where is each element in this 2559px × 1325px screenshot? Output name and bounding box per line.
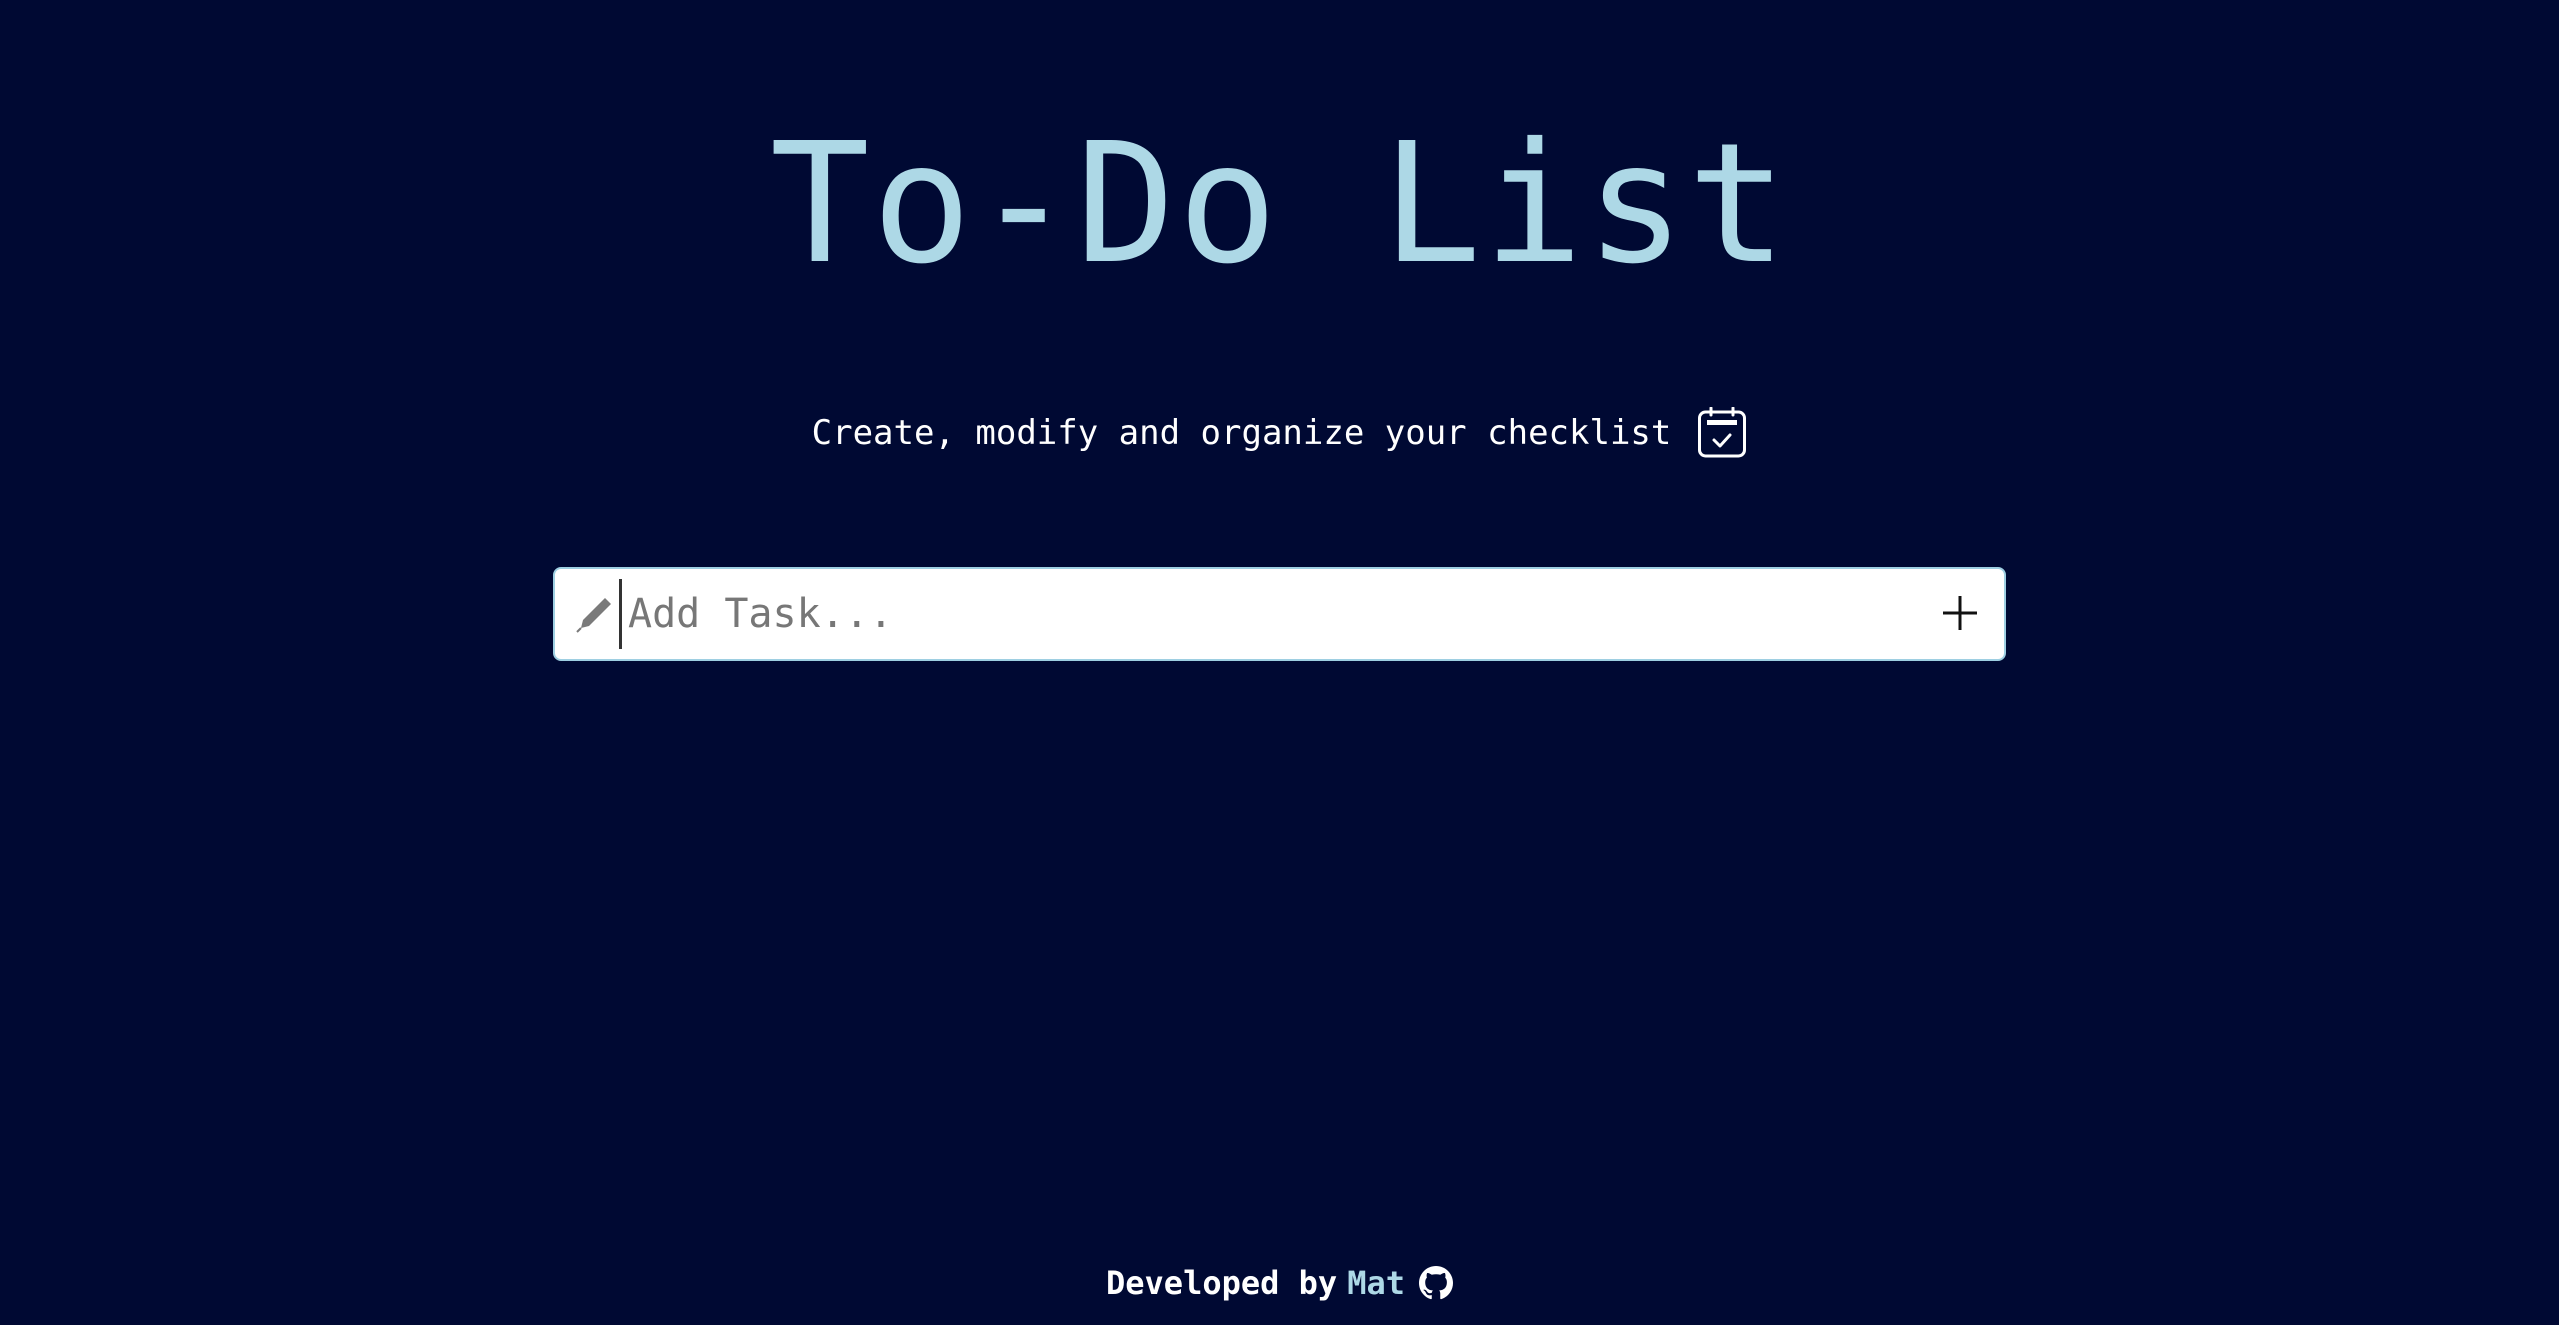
calendar-check-icon xyxy=(1697,406,1747,459)
github-icon xyxy=(1418,1266,1453,1300)
author-link[interactable]: Mat xyxy=(1347,1262,1405,1304)
plus-icon xyxy=(1940,593,1980,636)
page: To-Do List Create, modify and organize y… xyxy=(0,0,2559,1325)
pencil-icon xyxy=(575,594,615,634)
footer: Developed by Mat xyxy=(0,1262,2559,1304)
add-task-input[interactable] xyxy=(619,579,1928,649)
add-task-button[interactable] xyxy=(1928,582,1992,646)
subtitle-text: Create, modify and organize your checkli… xyxy=(811,413,1672,453)
footer-prefix: Developed by xyxy=(1106,1264,1338,1302)
github-link[interactable] xyxy=(1415,1266,1453,1300)
page-title: To-Do List xyxy=(769,108,1790,301)
add-task-form xyxy=(553,567,2006,661)
subtitle-row: Create, modify and organize your checkli… xyxy=(0,405,2559,461)
